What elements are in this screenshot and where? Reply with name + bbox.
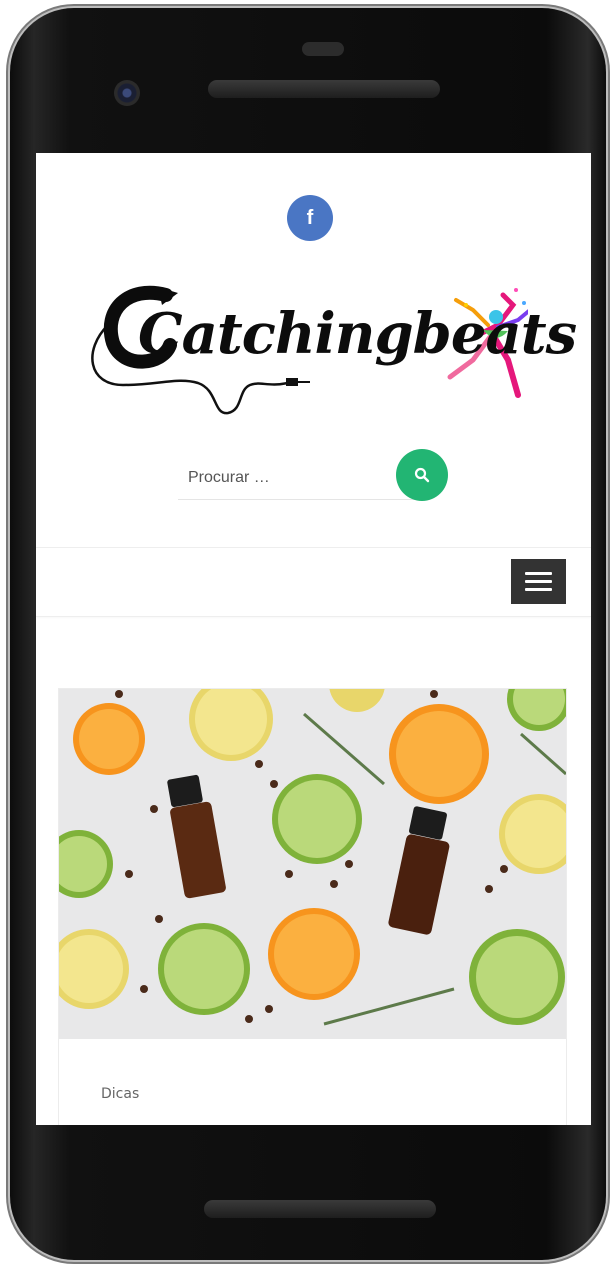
hamburger-menu-icon[interactable] (511, 559, 566, 604)
search-input[interactable] (178, 457, 415, 500)
top-speaker (208, 80, 440, 98)
bottom-speaker (204, 1200, 436, 1218)
earpiece (302, 42, 344, 56)
search-form (178, 449, 448, 505)
post-card[interactable]: Dicas (58, 688, 567, 1125)
front-camera (114, 80, 140, 106)
facebook-icon[interactable]: f (287, 195, 333, 241)
search-icon (414, 467, 430, 483)
post-category[interactable]: Dicas (101, 1086, 139, 1102)
navigation-bar (36, 547, 591, 617)
phone-screen: f Catchingbeats Procurar … Dicas (36, 153, 591, 1125)
essential-oils-image (59, 689, 566, 1039)
search-button[interactable] (396, 449, 448, 501)
logo-text: Catchingbeats (138, 301, 577, 367)
site-logo[interactable]: Catchingbeats (78, 265, 577, 435)
post-featured-image[interactable] (59, 689, 566, 1039)
